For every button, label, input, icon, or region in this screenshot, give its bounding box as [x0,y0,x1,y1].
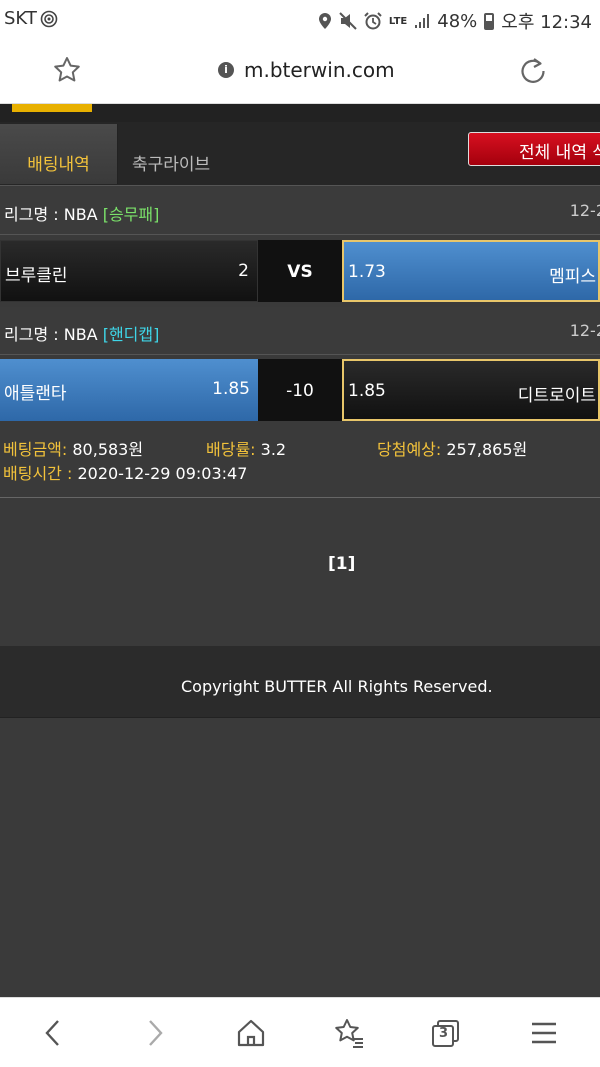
home-odds: 1.85 [212,379,250,399]
odds-rate-label: 배당률: [206,440,256,459]
menu-icon[interactable] [528,1017,560,1049]
home-odds: 2 [238,261,249,281]
home-team-cell-selected[interactable]: 애틀랜타 1.85 [0,359,258,421]
hotspot-icon [40,10,58,27]
battery-percent: 48% [437,10,478,32]
bet-summary: 베팅금액: 80,583원 배당률: 3.2 당첨예상: 257,865원 배팅… [0,422,600,498]
address-field[interactable]: i m.bterwin.com [218,58,395,82]
league-label: 리그명 : NBA [4,205,98,224]
tab-soccer-live[interactable]: 축구라이브 [132,150,210,175]
browser-url-bar: i m.bterwin.com [0,38,600,104]
top-strip [0,104,600,122]
league-row: 리그명 : NBA [승무패] 12-2 [0,187,600,235]
active-indicator [12,104,92,112]
away-odds: 1.73 [348,262,386,282]
away-team: 멤피스 [549,267,596,287]
lte-indicator: LTE [388,15,408,27]
clock: 오후 12:34 [501,12,592,33]
bet-amount-value: 80,583원 [72,440,144,459]
footer: Copyright BUTTER All Rights Reserved. [0,646,600,718]
away-team: 디트로이트 [517,386,596,406]
odds-rate-value: 3.2 [260,440,287,459]
tabs-button[interactable]: 3 [430,1017,462,1049]
bet-amount: 베팅금액: 80,583원 [3,436,143,460]
match-date: 12-2 [569,201,600,220]
away-odds: 1.85 [348,381,386,401]
bet-time-value: 2020-12-29 09:03:47 [77,464,248,483]
bet-time: 배팅시간 : 2020-12-29 09:03:47 [3,460,247,484]
home-team-cell[interactable]: 브루클린 2 [0,240,258,302]
expected-win-value: 257,865원 [446,440,528,459]
expected-win-label: 당첨예상: [377,440,442,459]
bet-amount-label: 베팅금액: [3,440,68,459]
tab-bet-history[interactable]: 배팅내역 [0,124,118,184]
reload-icon[interactable] [518,56,548,86]
league-row: 리그명 : NBA [핸디캡] 12-2 [0,307,600,355]
carrier: SKT [4,8,58,29]
bookmarks-icon[interactable] [333,1017,365,1049]
signal-icon [415,14,430,28]
home-icon[interactable] [235,1017,267,1049]
alarm-icon [364,12,382,30]
match-date: 12-2 [569,321,600,340]
info-icon[interactable]: i [218,62,234,78]
battery-icon [484,12,495,30]
mute-icon [339,12,357,30]
forward-icon[interactable] [138,1017,170,1049]
odds-rate: 배당률: 3.2 [206,436,286,460]
carrier-label: SKT [4,8,37,29]
status-icons: LTE 48% 오후 12:34 [318,8,592,34]
page-link[interactable]: [1] [328,554,355,574]
tab-count: 3 [439,1026,449,1041]
url-text: m.bterwin.com [244,58,395,82]
away-team-cell[interactable]: 1.85 디트로이트 [342,359,600,421]
away-team-cell-selected[interactable]: 1.73 멤피스 [342,240,600,302]
back-icon[interactable] [38,1017,70,1049]
vs-label: VS [258,240,342,302]
browser-nav-bar: 3 [0,997,600,1067]
bet-type-tag: [핸디캡] [102,325,160,344]
home-team: 브루클린 [5,266,68,286]
copyright-text: Copyright BUTTER All Rights Reserved. [181,677,493,696]
expected-win: 당첨예상: 257,865원 [377,436,527,460]
handicap-value: -10 [258,359,342,421]
status-bar: SKT LTE 48% 오후 12:34 [0,0,600,38]
location-icon [318,13,331,29]
match-row: 브루클린 2 VS 1.73 멤피스 [0,240,600,302]
league-label: 리그명 : NBA [4,325,98,344]
bookmark-star-icon[interactable] [52,55,82,85]
bet-type-tag: [승무패] [102,205,160,224]
home-team: 애틀랜타 [4,384,67,404]
delete-all-history-button[interactable]: 전체 내역 삭 [468,132,600,166]
match-row: 애틀랜타 1.85 -10 1.85 디트로이트 [0,359,600,421]
bet-time-label: 배팅시간 : [3,464,73,483]
